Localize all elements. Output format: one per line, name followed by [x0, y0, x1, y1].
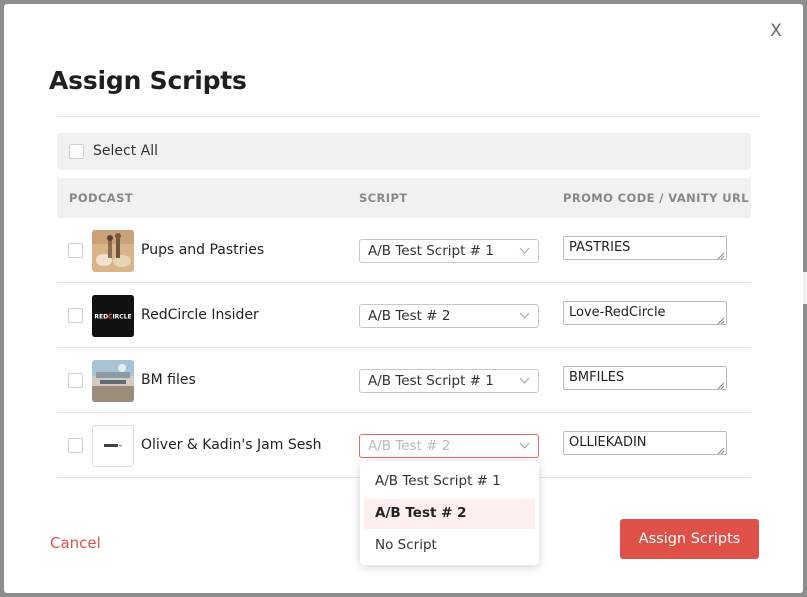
- promo-code-input[interactable]: [563, 366, 727, 390]
- script-select[interactable]: A/B Test Script # 1: [359, 369, 539, 393]
- promo-code-input[interactable]: [563, 301, 727, 325]
- row-checkbox[interactable]: [68, 243, 83, 258]
- assign-scripts-button[interactable]: Assign Scripts: [620, 519, 759, 559]
- dropdown-option-selected[interactable]: A/B Test # 2: [364, 499, 535, 529]
- podcast-name: BM files: [141, 372, 196, 388]
- resize-grip-icon[interactable]: [717, 252, 725, 260]
- cancel-button[interactable]: Cancel: [50, 534, 101, 552]
- column-header-podcast: PODCAST: [69, 191, 134, 205]
- column-header-promo-code: PROMO CODE / VANITY URL: [563, 191, 749, 205]
- table-header: PODCAST SCRIPT PROMO CODE / VANITY URL: [57, 178, 751, 218]
- podcast-name: Pups and Pastries: [141, 242, 265, 258]
- column-header-script: SCRIPT: [359, 191, 408, 205]
- chevron-down-icon: [519, 442, 530, 449]
- podcast-name: Oliver & Kadin's Jam Sesh: [141, 437, 322, 453]
- chevron-down-icon: [519, 377, 530, 384]
- resize-grip-icon[interactable]: [717, 382, 725, 390]
- modal-title: Assign Scripts: [49, 66, 247, 95]
- close-icon[interactable]: X: [765, 20, 787, 42]
- promo-code-input[interactable]: [563, 431, 727, 455]
- resize-grip-icon[interactable]: [717, 447, 725, 455]
- svg-text:REDCIRCLE: REDCIRCLE: [94, 314, 131, 321]
- chevron-down-icon: [519, 247, 530, 254]
- select-all-checkbox[interactable]: [69, 144, 84, 159]
- dropdown-option[interactable]: A/B Test Script # 1: [364, 467, 535, 497]
- script-select-value: A/B Test # 2: [368, 308, 451, 324]
- select-all-bar: Select All: [57, 133, 751, 170]
- script-select-value: A/B Test Script # 1: [368, 373, 494, 389]
- podcast-artwork: REDCIRCLE: [92, 295, 134, 337]
- table-row: BM files A/B Test Script # 1: [57, 348, 751, 413]
- script-select-value: A/B Test Script # 1: [368, 243, 494, 259]
- podcast-name: RedCircle Insider: [141, 307, 259, 323]
- title-divider: [57, 116, 760, 117]
- chevron-down-icon: [519, 312, 530, 319]
- script-select[interactable]: A/B Test # 2: [359, 304, 539, 328]
- dropdown-option[interactable]: No Script: [364, 531, 535, 561]
- row-checkbox[interactable]: [68, 438, 83, 453]
- script-select-value: A/B Test # 2: [368, 438, 451, 454]
- table-row: Pups and Pastries A/B Test Script # 1: [57, 218, 751, 283]
- podcast-artwork: [92, 425, 134, 467]
- script-select[interactable]: A/B Test # 2: [359, 434, 539, 458]
- row-checkbox[interactable]: [68, 373, 83, 388]
- script-dropdown-menu: A/B Test Script # 1 A/B Test # 2 No Scri…: [360, 461, 539, 565]
- table-row: REDCIRCLE RedCircle Insider A/B Test # 2: [57, 283, 751, 348]
- promo-code-input[interactable]: [563, 236, 727, 260]
- script-select[interactable]: A/B Test Script # 1: [359, 239, 539, 263]
- podcast-artwork: [92, 360, 134, 402]
- row-checkbox[interactable]: [68, 308, 83, 323]
- resize-grip-icon[interactable]: [717, 317, 725, 325]
- podcast-artwork: [92, 230, 134, 272]
- select-all-label[interactable]: Select All: [93, 143, 158, 159]
- redcircle-logo-icon: REDCIRCLE: [92, 295, 134, 337]
